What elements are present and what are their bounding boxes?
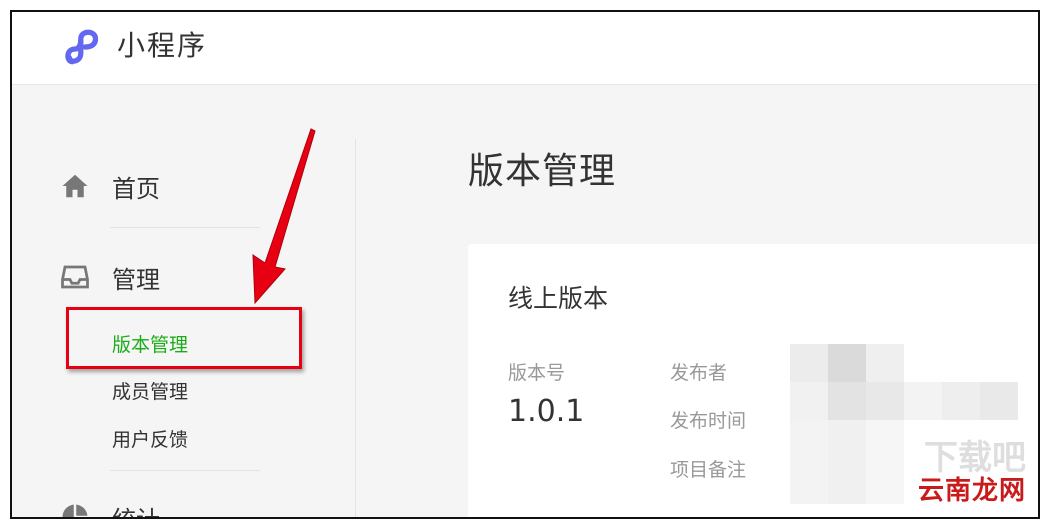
sidebar-divider — [355, 139, 356, 517]
publisher-label: 发布者 — [670, 362, 728, 384]
mini-program-logo-icon — [65, 29, 99, 65]
highlight-box — [66, 307, 302, 369]
project-note-label: 项目备注 — [670, 459, 747, 481]
sidebar-subitem-user-feedback[interactable]: 用户反馈 — [112, 425, 188, 452]
sidebar-item-label: 统计 — [112, 500, 160, 518]
top-bar: 小程序 — [12, 12, 1038, 85]
version-number-label: 版本号 — [508, 362, 566, 384]
watermark-ghost-text: 下载吧 — [924, 438, 1026, 478]
sidebar-item-label: 管理 — [112, 265, 160, 294]
app-title: 小程序 — [117, 29, 208, 62]
sidebar-item-label: 首页 — [112, 174, 160, 203]
sidebar-item-manage[interactable]: 管理 — [60, 260, 160, 294]
red-arrow-icon — [252, 128, 316, 305]
inbox-icon — [61, 265, 89, 289]
page-title: 版本管理 — [468, 151, 617, 192]
sidebar-item-home[interactable]: 首页 — [60, 169, 160, 203]
screenshot-frame: 小程序 首页 管理 版本管理 成员管理 用户反馈 统计 版本管理 线上版本 版本… — [10, 10, 1040, 519]
publish-time-label: 发布时间 — [670, 410, 747, 432]
site-watermark: 下载吧 云南龙网 — [918, 438, 1026, 507]
version-number-value: 1.0.1 — [508, 394, 585, 429]
sidebar-subitem-member-management[interactable]: 成员管理 — [112, 377, 188, 404]
sidebar-item-statistics[interactable]: 统计 — [60, 500, 160, 518]
nav-divider — [110, 470, 260, 471]
pie-chart-icon — [62, 504, 88, 517]
card-title: 线上版本 — [508, 284, 609, 313]
home-icon — [62, 174, 88, 198]
